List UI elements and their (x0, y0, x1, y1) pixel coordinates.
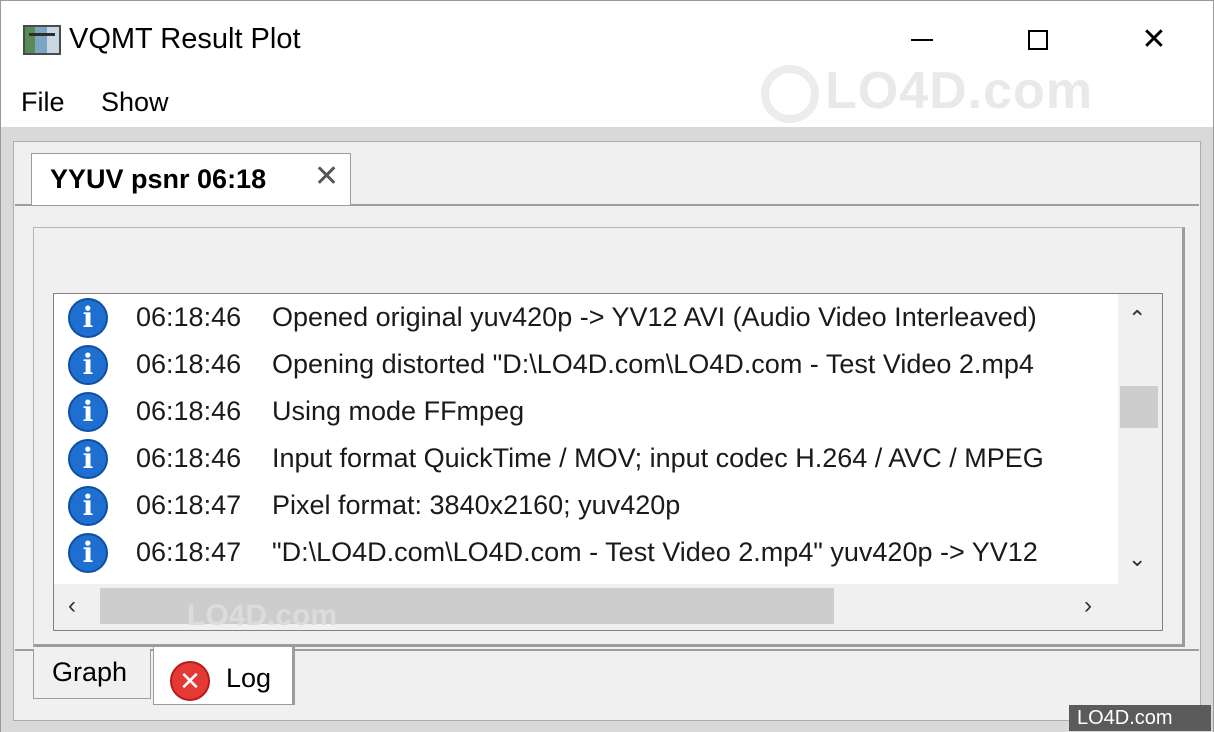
log-message: Opened original yuv420p -> YV12 AVI (Aud… (272, 302, 1037, 332)
minimize-icon (911, 39, 933, 41)
tab-log[interactable]: ✕ Log (153, 647, 295, 705)
log-time: 06:18:46 (136, 302, 242, 332)
close-icon: ✕ (1141, 23, 1167, 56)
log-row[interactable]: i 06:18:46 Input format QuickTime / MOV;… (54, 435, 1118, 482)
tab-result[interactable]: YYUV psnr 06:18 ✕ (31, 153, 351, 205)
log-row[interactable]: i 06:18:46 Opening distorted "D:\LO4D.co… (54, 341, 1118, 388)
log-message: Input format QuickTime / MOV; input code… (272, 443, 1044, 473)
app-icon (23, 25, 61, 55)
log-time: 06:18:46 (136, 349, 242, 379)
minimize-button[interactable] (893, 13, 951, 67)
log-message: Using mode FFmpeg (272, 396, 525, 426)
info-icon: i (68, 533, 108, 573)
info-icon: i (68, 345, 108, 385)
scroll-down-icon[interactable]: ⌄ (1128, 546, 1146, 572)
log-time: 06:18:46 (136, 396, 242, 426)
vertical-scroll-thumb[interactable] (1120, 386, 1158, 428)
info-icon: i (68, 392, 108, 432)
log-time: 06:18:47 (136, 490, 242, 520)
log-message: Pixel format: 3840x2160; yuv420p (272, 490, 681, 520)
watermark-logo: LO4D.com (187, 599, 338, 632)
maximize-icon (1028, 30, 1048, 50)
log-list[interactable]: i 06:18:46 Opened original yuv420p -> YV… (53, 293, 1163, 631)
menu-file[interactable]: File (19, 87, 67, 118)
tab-graph[interactable]: Graph (33, 649, 151, 699)
tab-log-label: Log (226, 663, 272, 693)
info-icon: i (68, 298, 108, 338)
log-message: "D:\LO4D.com\LO4D.com - Test Video 2.mp4… (272, 537, 1038, 567)
log-row[interactable]: i 06:18:47 Pixel format: 3840x2160; yuv4… (54, 482, 1118, 529)
maximize-button[interactable] (1009, 13, 1067, 67)
log-time: 06:18:47 (136, 537, 242, 567)
watermark-badge: LO4D.com (1069, 705, 1211, 731)
log-row[interactable]: i 06:18:47 "D:\LO4D.com\LO4D.com - Test … (54, 529, 1118, 576)
scroll-up-icon[interactable]: ⌃ (1128, 306, 1146, 332)
log-time: 06:18:46 (136, 443, 242, 473)
info-icon: i (68, 439, 108, 479)
scroll-right-icon[interactable]: › (1084, 592, 1092, 620)
vertical-scrollbar[interactable]: ⌃ ⌄ (1118, 294, 1162, 584)
log-row[interactable]: i 06:18:46 Using mode FFmpeg (54, 388, 1118, 435)
scroll-left-icon[interactable]: ‹ (68, 592, 76, 620)
close-button[interactable]: ✕ (1125, 13, 1183, 67)
error-icon: ✕ (170, 661, 210, 701)
tab-graph-label: Graph (52, 657, 128, 687)
window-title: VQMT Result Plot (69, 23, 301, 55)
log-message: Opening distorted "D:\LO4D.com\LO4D.com … (272, 349, 1034, 379)
scrollbar-corner (1118, 584, 1162, 630)
log-rows: i 06:18:46 Opened original yuv420p -> YV… (54, 294, 1118, 584)
menu-show[interactable]: Show (99, 87, 171, 118)
tab-result-label: YYUV psnr 06:18 (50, 164, 267, 194)
log-row[interactable]: i 06:18:46 Opened original yuv420p -> YV… (54, 294, 1118, 341)
tab-close-icon[interactable]: ✕ (314, 162, 339, 192)
watermark-logo: LO4D.com (761, 61, 1093, 124)
info-icon: i (68, 486, 108, 526)
app-window: VQMT Result Plot ✕ File Show LO4D.com YY… (0, 0, 1214, 732)
